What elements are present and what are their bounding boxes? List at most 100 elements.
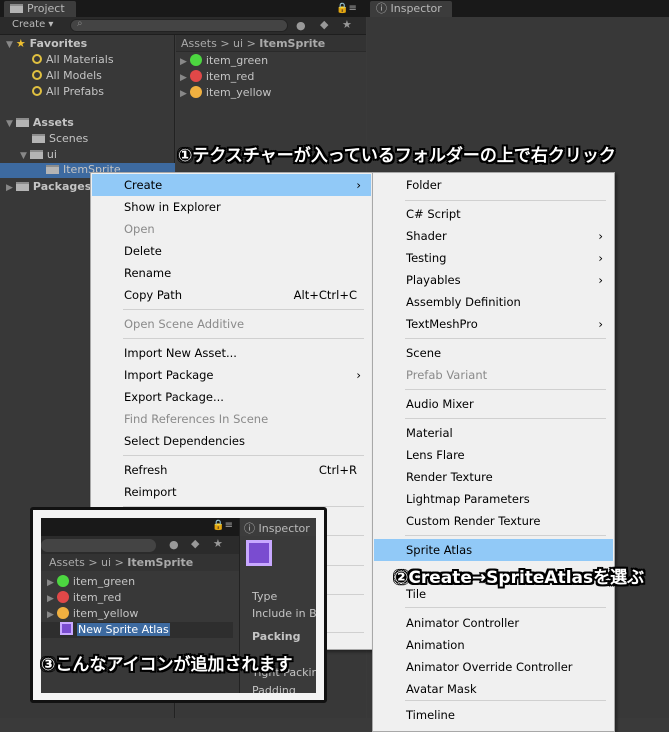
- tree-packages[interactable]: ▶ Packages: [6, 180, 91, 193]
- menu-item-assembly-definition[interactable]: Assembly Definition: [374, 291, 613, 313]
- filter-type-icon[interactable]: ●: [169, 538, 179, 551]
- tab-inspector[interactable]: ⓘ Inspector: [370, 1, 452, 17]
- favorite-item[interactable]: All Models: [32, 69, 102, 82]
- star-icon: ★: [15, 37, 26, 50]
- label: Scenes: [49, 132, 89, 145]
- breadcrumb-assets[interactable]: Assets: [49, 556, 85, 569]
- tree-ui[interactable]: ▼ ui: [20, 148, 57, 161]
- menu-item-textmeshpro[interactable]: TextMeshPro ›: [374, 313, 613, 335]
- menu-item-show-in-explorer[interactable]: Show in Explorer: [92, 196, 371, 218]
- menu-item-custom-render-texture[interactable]: Custom Render Texture: [374, 510, 613, 532]
- menu-item-refresh[interactable]: Refresh Ctrl+R: [92, 459, 371, 481]
- menu-item-lens-flare[interactable]: Lens Flare: [374, 444, 613, 466]
- menu-item-copy-path[interactable]: Copy Path Alt+Ctrl+C: [92, 284, 371, 306]
- menu-item-label: Material: [406, 426, 453, 440]
- breadcrumb-itemsprite[interactable]: ItemSprite: [259, 37, 325, 50]
- search-input[interactable]: [41, 539, 156, 552]
- list-item[interactable]: ▶ item_red: [180, 70, 254, 83]
- menu-item-create[interactable]: Create ›: [92, 174, 371, 196]
- menu-item-render-texture[interactable]: Render Texture: [374, 466, 613, 488]
- sprite-icon: [189, 54, 202, 66]
- menu-item-scene[interactable]: Scene: [374, 342, 613, 364]
- sprite-icon: [56, 607, 69, 619]
- menu-item-folder[interactable]: Folder: [374, 174, 613, 196]
- favorite-item[interactable]: All Materials: [32, 53, 114, 66]
- label: All Models: [46, 69, 102, 82]
- list-item[interactable]: ▶ item_yellow: [180, 86, 271, 99]
- menu-item-label: Sprite Atlas: [406, 543, 473, 557]
- search-icon: [32, 54, 42, 64]
- menu-item-export-package[interactable]: Export Package...: [92, 386, 371, 408]
- menu-item-material[interactable]: Material: [374, 422, 613, 444]
- menu-item-label: Assembly Definition: [406, 295, 521, 309]
- menu-item-delete[interactable]: Delete: [92, 240, 371, 262]
- label: item_green: [72, 575, 136, 588]
- folder-icon: [15, 182, 29, 191]
- tab-label: Project: [27, 2, 65, 15]
- tab-project[interactable]: Project: [4, 1, 76, 17]
- menu-item-label: Scene: [406, 346, 442, 360]
- menu-item-reimport[interactable]: Reimport: [92, 481, 371, 503]
- label: item_red: [205, 70, 255, 83]
- favorite-item[interactable]: All Prefabs: [32, 85, 104, 98]
- breadcrumb-ui[interactable]: ui: [101, 556, 111, 569]
- lock-menu-icon[interactable]: 🔒≡: [212, 520, 233, 531]
- filter-type-icon[interactable]: ●: [296, 19, 306, 32]
- menu-item-sprite-atlas[interactable]: Sprite Atlas: [374, 539, 613, 561]
- breadcrumb-itemsprite[interactable]: ItemSprite: [127, 556, 193, 569]
- menu-item-label: Render Texture: [406, 470, 493, 484]
- menu-item-select-dependencies[interactable]: Select Dependencies: [92, 430, 371, 452]
- menu-item-shader[interactable]: Shader ›: [374, 225, 613, 247]
- label-tag-icon[interactable]: ◆: [320, 18, 328, 31]
- breadcrumb-assets[interactable]: Assets: [181, 37, 217, 50]
- tree-assets[interactable]: ▼ Assets: [6, 116, 74, 129]
- label: ui: [46, 148, 57, 161]
- sep: >: [246, 37, 256, 50]
- label: item_yellow: [72, 607, 139, 620]
- inset-screenshot: 🔒≡ ● ◆ ★ Assets > ui > ItemSprite ▶ item_gr…: [30, 507, 327, 703]
- lock-menu-icon[interactable]: 🔒≡: [336, 3, 357, 14]
- tree-scenes[interactable]: Scenes: [32, 132, 88, 145]
- menu-item-label: Tile: [406, 587, 427, 601]
- menu-item-label: Show in Explorer: [124, 200, 221, 214]
- favorites[interactable]: ▼ ★ Favorites: [6, 37, 87, 50]
- menu-item-find-references-in-scene: Find References In Scene: [92, 408, 371, 430]
- breadcrumb-ui[interactable]: ui: [233, 37, 243, 50]
- sep: >: [220, 37, 230, 50]
- menu-item-avatar-mask[interactable]: Avatar Mask: [374, 678, 613, 700]
- list-item[interactable]: ▶ item_red: [47, 591, 121, 604]
- menu-item-animator-override-controller[interactable]: Animator Override Controller: [374, 656, 613, 678]
- menu-item-animation[interactable]: Animation: [374, 634, 613, 656]
- type-label: Type: [252, 590, 278, 603]
- tab-inspector[interactable]: ⓘ Inspector: [240, 518, 316, 536]
- create-dropdown[interactable]: Create ▾: [12, 19, 53, 30]
- list-item[interactable]: ▶ item_green: [180, 54, 268, 67]
- include-label: Include in B: [252, 607, 316, 620]
- star-icon[interactable]: ★: [213, 537, 223, 550]
- menu-item-c-script[interactable]: C# Script: [374, 203, 613, 225]
- menu-separator: [123, 309, 364, 310]
- list-item[interactable]: ▶ item_yellow: [47, 607, 138, 620]
- menu-item-testing[interactable]: Testing ›: [374, 247, 613, 269]
- sprite-icon: [56, 575, 69, 587]
- menu-item-timeline[interactable]: Timeline: [374, 704, 613, 726]
- menu-item-import-new-asset[interactable]: Import New Asset...: [92, 342, 371, 364]
- list-item-new-sprite-atlas[interactable]: New Sprite Atlas: [41, 622, 233, 638]
- menu-item-open: Open: [92, 218, 371, 240]
- label-tag-icon[interactable]: ◆: [191, 537, 199, 550]
- menu-item-lightmap-parameters[interactable]: Lightmap Parameters: [374, 488, 613, 510]
- star-icon[interactable]: ★: [342, 18, 352, 31]
- chevron-right-icon: ›: [598, 251, 603, 265]
- sprite-icon: [189, 70, 202, 82]
- tab-label: Inspector: [258, 522, 310, 535]
- menu-item-playables[interactable]: Playables ›: [374, 269, 613, 291]
- menu-item-audio-mixer[interactable]: Audio Mixer: [374, 393, 613, 415]
- search-input[interactable]: ⌕: [70, 18, 288, 32]
- menu-item-animator-controller[interactable]: Animator Controller: [374, 612, 613, 634]
- menu-item-import-package[interactable]: Import Package ›: [92, 364, 371, 386]
- list-item[interactable]: ▶ item_green: [47, 575, 135, 588]
- chevron-right-icon: ›: [356, 368, 361, 382]
- rename-field[interactable]: New Sprite Atlas: [77, 623, 170, 636]
- sprite-icon: [189, 86, 202, 98]
- menu-item-rename[interactable]: Rename: [92, 262, 371, 284]
